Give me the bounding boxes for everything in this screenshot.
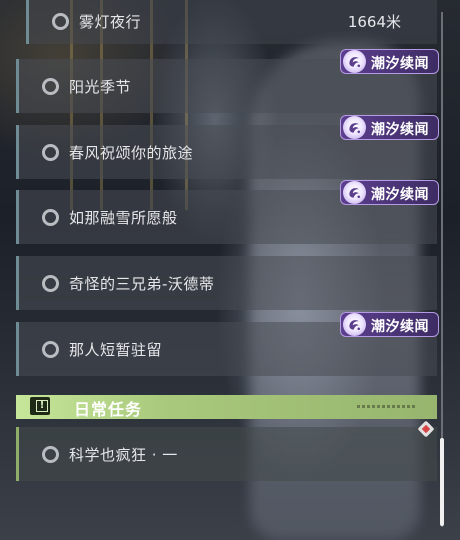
exclamation-box-icon: ! [30, 397, 50, 415]
quest-item-fog-lamp[interactable]: 雾灯夜行 1664米 [26, 0, 437, 44]
badge-label: 潮汐续闻 [371, 122, 429, 138]
quest-title: 春风祝颂你的旅途 [69, 144, 194, 162]
tide-swirl-icon [343, 50, 366, 73]
tide-swirl-icon [343, 181, 366, 204]
tide-story-badge: 潮汐续闻 [340, 312, 439, 337]
badge-label: 潮汐续闻 [371, 319, 429, 335]
badge-label: 潮汐续闻 [371, 56, 429, 72]
quest-status-circle-icon [42, 78, 59, 95]
quest-title: 如那融雪所愿般 [69, 209, 178, 227]
tide-story-badge: 潮汐续闻 [340, 49, 439, 74]
tide-swirl-icon [343, 313, 366, 336]
quest-status-circle-icon [42, 341, 59, 358]
tide-story-badge: 潮汐续闻 [340, 115, 439, 140]
quest-title: 奇怪的三兄弟-沃德蒂 [69, 275, 215, 293]
badge-label: 潮汐续闻 [371, 187, 429, 203]
quest-status-circle-icon [42, 446, 59, 463]
quest-status-circle-icon [52, 13, 69, 30]
section-title: 日常任务 [74, 400, 143, 419]
scrollbar-thumb[interactable] [440, 438, 444, 526]
quest-item-science-crazy[interactable]: 科学也疯狂 · 一 [16, 427, 437, 481]
quest-item-three-brothers[interactable]: 奇怪的三兄弟-沃德蒂 [16, 256, 437, 310]
quest-status-circle-icon [42, 275, 59, 292]
daily-quests-header[interactable]: ! 日常任务 [16, 395, 437, 419]
quest-title: 阳光季节 [69, 78, 132, 96]
quest-title: 那人短暂驻留 [69, 341, 163, 359]
header-decoration [357, 405, 417, 408]
quest-status-circle-icon [42, 209, 59, 226]
quest-title: 雾灯夜行 [79, 13, 142, 31]
quest-status-circle-icon [42, 144, 59, 161]
tide-story-badge: 潮汐续闻 [340, 180, 439, 205]
quest-distance: 1664米 [347, 13, 401, 31]
tide-swirl-icon [343, 116, 366, 139]
quest-title: 科学也疯狂 · 一 [69, 446, 178, 464]
